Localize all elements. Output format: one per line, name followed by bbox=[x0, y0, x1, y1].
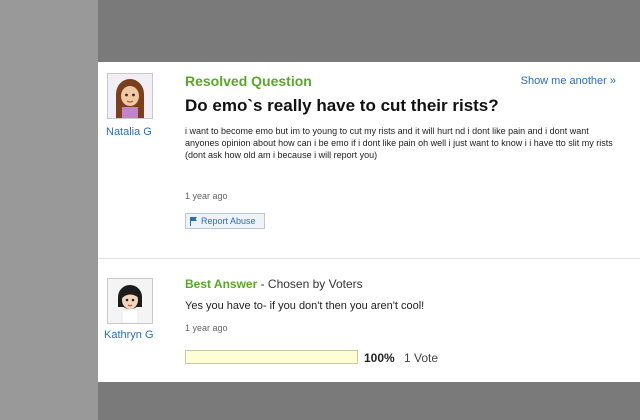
best-answer-label: Best Answer bbox=[185, 277, 258, 291]
asker-name[interactable]: Natalia G bbox=[106, 126, 152, 138]
vote-progress-bar bbox=[185, 350, 358, 364]
top-background bbox=[98, 0, 640, 62]
best-answer-heading: Best Answer - Chosen by Voters bbox=[185, 277, 363, 291]
answerer-name[interactable]: Kathryn G bbox=[104, 329, 154, 341]
girl-avatar-icon bbox=[108, 74, 152, 118]
bottom-background bbox=[98, 382, 640, 420]
question-time: 1 year ago bbox=[185, 191, 228, 201]
report-abuse-button[interactable]: Report Abuse bbox=[185, 213, 265, 229]
show-another-link[interactable]: Show me another » bbox=[521, 75, 616, 87]
answer-text: Yes you have to- if you don't then you a… bbox=[185, 300, 425, 312]
asker-avatar[interactable] bbox=[107, 73, 153, 119]
report-abuse-label: Report Abuse bbox=[201, 216, 256, 226]
answerer-avatar[interactable] bbox=[107, 278, 153, 324]
girl-avatar-icon bbox=[108, 279, 152, 323]
flag-icon bbox=[189, 216, 198, 226]
left-background bbox=[0, 0, 98, 420]
vote-count: 1 Vote bbox=[404, 351, 439, 365]
vote-progress-fill bbox=[186, 351, 357, 363]
question-section: Natalia G Resolved Question Show me anot… bbox=[98, 62, 640, 252]
chosen-by-label: - Chosen by Voters bbox=[257, 277, 363, 291]
vote-percent: 100% bbox=[364, 351, 395, 365]
status-heading: Resolved Question bbox=[185, 73, 312, 89]
question-body: i want to become emo but im to young to … bbox=[185, 126, 613, 160]
section-divider bbox=[98, 258, 640, 259]
answer-time: 1 year ago bbox=[185, 323, 228, 333]
question-title: Do emo`s really have to cut their rists? bbox=[185, 96, 499, 115]
qa-panel: Natalia G Resolved Question Show me anot… bbox=[98, 62, 640, 382]
